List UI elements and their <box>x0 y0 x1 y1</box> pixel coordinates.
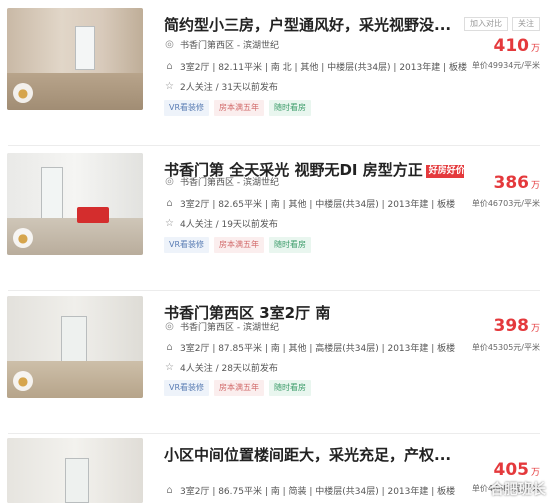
follow-meta: 4人关注 / 19天以前发布 <box>180 220 278 230</box>
listing-title[interactable]: 简约型小三房，户型通风好，采光视野没... <box>164 14 464 35</box>
chip-five-year: 房本满五年 <box>214 380 265 396</box>
listing-card[interactable]: ● 书香门第西区 3室2厅 南 ◎ 书香门第西区 - 滨湖世纪 ⌂ 3室2厅 |… <box>0 296 554 434</box>
price-unit: 万 <box>530 181 540 191</box>
address-row: ◎ 书香门第西区 - 滨湖世纪 <box>164 175 279 188</box>
address-row: ◎ 书香门第西区 - 滨湖世纪 <box>164 38 279 51</box>
listing-card[interactable]: ● 书香门第 全天采光 视野无DI 房型方正 好房好价 ◎ 书香门第西区 - 滨湖… <box>0 153 554 291</box>
divider <box>8 433 540 434</box>
tag-chips: VR看装修 房本满五年 随时看房 <box>164 237 312 253</box>
details-row: ⌂ 3室2厅 | 82.65平米 | 南 | 其他 | 中楼层(共34层) | … <box>164 197 455 210</box>
chip-five-year: 房本满五年 <box>214 100 265 116</box>
address-link[interactable]: 书香门第西区 - 滨湖世纪 <box>180 38 279 51</box>
total-price: 386 万 <box>493 173 540 193</box>
listing-actions: 加入对比 关注 <box>464 17 540 31</box>
meta-row: ☆ 4人关注 / 19天以前发布 <box>164 217 278 230</box>
house-icon: ⌂ <box>166 485 173 496</box>
chip-anytime-viewing: 随时看房 <box>269 380 312 396</box>
listing-card[interactable]: ● 简约型小三房，户型通风好，采光视野没... 加入对比 关注 ◎ 书香门第西区… <box>0 8 554 146</box>
star-icon: ☆ <box>165 81 174 92</box>
house-icon: ⌂ <box>166 61 173 72</box>
follow-button[interactable]: 关注 <box>512 17 540 31</box>
price-value: 410 <box>493 36 529 56</box>
location-pin-icon: ◎ <box>165 39 174 50</box>
divider <box>8 290 540 291</box>
meta-row: ☆ 4人关注 / 28天以前发布 <box>164 361 278 374</box>
address-link[interactable]: 书香门第西区 - 滨湖世纪 <box>180 320 279 333</box>
house-icon: ⌂ <box>166 198 173 209</box>
star-icon: ☆ <box>165 218 174 229</box>
tag-chips: VR看装修 房本满五年 随时看房 <box>164 100 312 116</box>
vr-icon: ● <box>13 83 33 103</box>
follow-meta: 2人关注 / 31天以前发布 <box>180 83 278 93</box>
house-details: 3室2厅 | 86.75平米 | 南 | 简装 | 中楼层(共34层) | 20… <box>180 487 456 497</box>
price-unit: 万 <box>530 324 540 334</box>
vr-icon: ● <box>13 371 33 391</box>
tag-chips: VR看装修 房本满五年 随时看房 <box>164 380 312 396</box>
follow-meta: 4人关注 / 28天以前发布 <box>180 364 278 374</box>
unit-price: 单价49934元/平米 <box>471 61 540 70</box>
listing-photo[interactable] <box>7 438 143 503</box>
total-price: 405 万 <box>493 460 540 480</box>
listing-title[interactable]: 小区中间位置楼间距大，采光充足，产权... <box>164 444 464 465</box>
meta-row: ☆ 2人关注 / 31天以前发布 <box>164 80 278 93</box>
watermark: 合肥班长 <box>490 482 546 498</box>
add-compare-button[interactable]: 加入对比 <box>464 17 508 31</box>
price-unit: 万 <box>530 468 540 478</box>
chip-anytime-viewing: 随时看房 <box>269 100 312 116</box>
house-details: 3室2厅 | 87.85平米 | 南 | 其他 | 高楼层(共34层) | 20… <box>180 344 456 354</box>
address-link[interactable]: 书香门第西区 - 滨湖世纪 <box>180 175 279 188</box>
location-pin-icon: ◎ <box>165 321 174 332</box>
listing-card[interactable]: 小区中间位置楼间距大，采光充足，产权... ⌂ 3室2厅 | 86.75平米 |… <box>0 438 554 503</box>
divider <box>8 145 540 146</box>
vr-icon: ● <box>13 228 33 248</box>
location-pin-icon: ◎ <box>165 176 174 187</box>
star-icon: ☆ <box>165 362 174 373</box>
listing-photo[interactable]: ● <box>7 296 143 398</box>
unit-price: 单价45305元/平米 <box>471 343 540 352</box>
chip-vr: VR看装修 <box>164 100 210 116</box>
total-price: 410 万 <box>493 36 540 56</box>
address-row: ◎ 书香门第西区 - 滨湖世纪 <box>164 320 279 333</box>
price-value: 398 <box>493 316 529 336</box>
house-details: 3室2厅 | 82.11平米 | 南 北 | 其他 | 中楼层(共34层) | … <box>180 63 467 73</box>
good-price-badge: 好房好价 <box>425 165 464 178</box>
details-row: ⌂ 3室2厅 | 86.75平米 | 南 | 简装 | 中楼层(共34层) | … <box>164 484 455 497</box>
total-price: 398 万 <box>493 316 540 336</box>
listing-photo[interactable]: ● <box>7 8 143 110</box>
listing-photo[interactable]: ● <box>7 153 143 255</box>
details-row: ⌂ 3室2厅 | 82.11平米 | 南 北 | 其他 | 中楼层(共34层) … <box>164 60 467 73</box>
house-details: 3室2厅 | 82.65平米 | 南 | 其他 | 中楼层(共34层) | 20… <box>180 200 456 210</box>
chip-vr: VR看装修 <box>164 237 210 253</box>
chip-vr: VR看装修 <box>164 380 210 396</box>
unit-price: 单价46703元/平米 <box>471 199 540 208</box>
chip-five-year: 房本满五年 <box>214 237 265 253</box>
listing-list: ● 简约型小三房，户型通风好，采光视野没... 加入对比 关注 ◎ 书香门第西区… <box>0 0 554 503</box>
chip-anytime-viewing: 随时看房 <box>269 237 312 253</box>
price-unit: 万 <box>530 44 540 54</box>
details-row: ⌂ 3室2厅 | 87.85平米 | 南 | 其他 | 高楼层(共34层) | … <box>164 341 455 354</box>
house-icon: ⌂ <box>166 342 173 353</box>
price-value: 386 <box>493 173 529 193</box>
price-value: 405 <box>493 460 529 480</box>
